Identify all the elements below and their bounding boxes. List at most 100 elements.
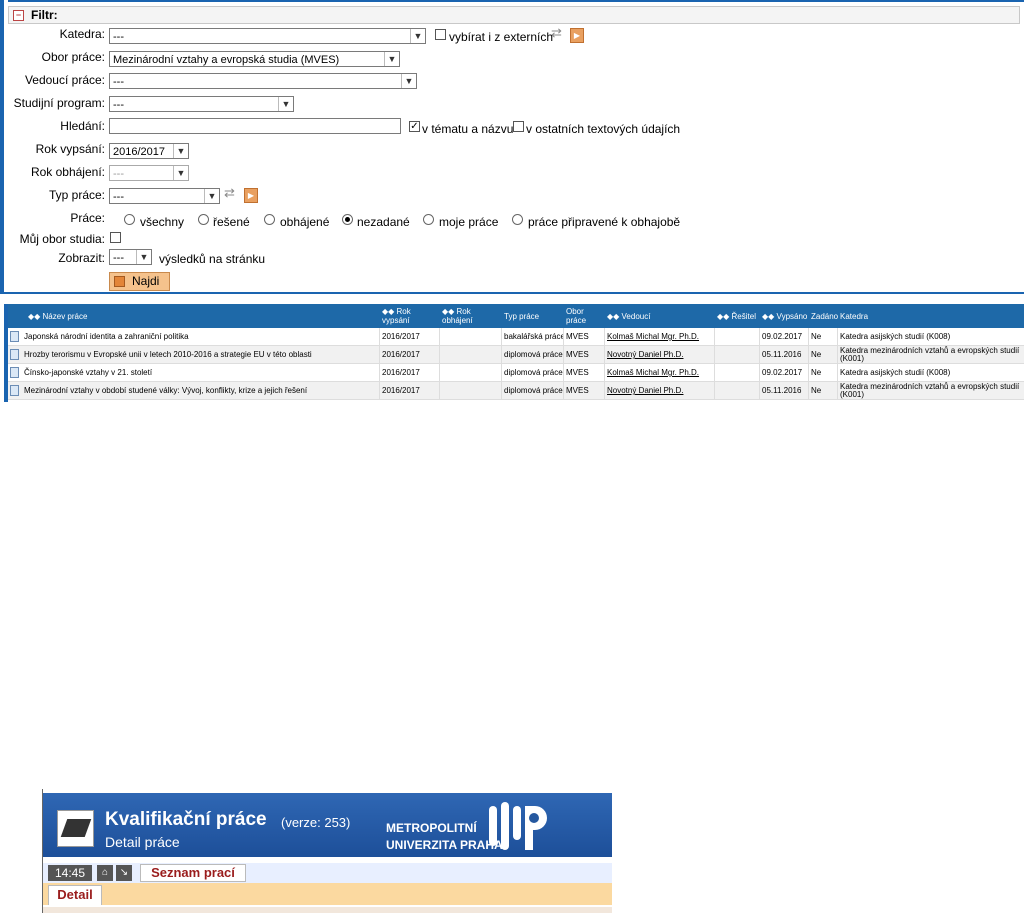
exit-icon[interactable]: ↘ bbox=[116, 865, 132, 881]
results-table: ◆◆ Název práce ◆◆ Rok vypsání ◆◆ Rok obh… bbox=[4, 304, 1024, 402]
radio-nezadane[interactable] bbox=[342, 214, 353, 225]
obor-value: Mezinárodní vztahy a evropská studia (MV… bbox=[113, 54, 340, 66]
radio-moje-prace-label: moje práce bbox=[439, 215, 499, 229]
cell-nazev[interactable]: Mezinárodní vztahy v období studené válk… bbox=[8, 382, 380, 399]
typ-select[interactable]: --- ▼ bbox=[109, 188, 220, 204]
cell-vedouci[interactable]: Kolmaš Michal Mgr. Ph.D. bbox=[605, 364, 715, 381]
cell-obor: MVES bbox=[564, 346, 605, 363]
session-clock: 14:45 bbox=[48, 865, 92, 881]
radio-resene[interactable] bbox=[198, 214, 209, 225]
zobrazit-label: Zobrazit: bbox=[58, 251, 105, 265]
muj-obor-checkbox[interactable] bbox=[110, 232, 121, 243]
cell-rok-obhajeni bbox=[440, 346, 502, 363]
cell-vypsano: 09.02.2017 bbox=[760, 364, 809, 381]
vedouci-link[interactable]: Kolmaš Michal Mgr. Ph.D. bbox=[607, 332, 699, 341]
document-icon bbox=[10, 385, 19, 396]
cell-resitel bbox=[715, 328, 760, 345]
zobrazit-suffix: výsledků na stránku bbox=[159, 252, 266, 266]
katedra-value: --- bbox=[113, 31, 124, 43]
cell-typ: diplomová práce bbox=[502, 382, 564, 399]
filter-panel: − Filtr: Katedra: --- ▼ vybírat i z exter… bbox=[0, 0, 1024, 294]
chevron-down-icon: ▼ bbox=[384, 52, 399, 66]
v-tematu-checkbox[interactable]: ✓ bbox=[409, 121, 420, 132]
vedouci-link[interactable]: Novotný Daniel Ph.D. bbox=[607, 386, 683, 395]
radio-moje-prace[interactable] bbox=[423, 214, 434, 225]
radio-resene-label: řešené bbox=[213, 215, 250, 229]
v-ostatnich-checkbox[interactable] bbox=[513, 121, 524, 132]
filter-header[interactable]: − Filtr: bbox=[8, 6, 1020, 24]
vedouci-link[interactable]: Novotný Daniel Ph.D. bbox=[607, 350, 683, 359]
radio-vsechny-label: všechny bbox=[140, 215, 185, 229]
search-input[interactable] bbox=[109, 118, 401, 134]
tab-detail[interactable]: Detail bbox=[48, 885, 102, 905]
cell-vedouci[interactable]: Kolmaš Michal Mgr. Ph.D. bbox=[605, 328, 715, 345]
cell-obor: MVES bbox=[564, 328, 605, 345]
swap-icon[interactable]: ⇄ bbox=[551, 25, 562, 41]
tab-seznam-praci[interactable]: Seznam prací bbox=[140, 864, 246, 882]
radio-obhajene[interactable] bbox=[264, 214, 275, 225]
radio-pripravene-label: práce připravené k obhajobě bbox=[528, 215, 681, 229]
swap-icon[interactable]: ⇄ bbox=[224, 185, 235, 201]
obor-label: Obor práce: bbox=[41, 50, 105, 64]
radio-obhajene-label: obhájené bbox=[280, 215, 330, 229]
chevron-down-icon: ▼ bbox=[401, 74, 416, 88]
search-button[interactable]: Najdi bbox=[109, 272, 170, 291]
cell-vedouci[interactable]: Novotný Daniel Ph.D. bbox=[605, 382, 715, 399]
cell-vedouci[interactable]: Novotný Daniel Ph.D. bbox=[605, 346, 715, 363]
cell-obor: MVES bbox=[564, 364, 605, 381]
cell-rok-vypsani: 2016/2017 bbox=[380, 346, 440, 363]
university-line2: UNIVERZITA PRAHA bbox=[386, 838, 503, 852]
program-select[interactable]: --- ▼ bbox=[109, 96, 294, 112]
collapse-toggle-icon[interactable]: − bbox=[13, 10, 24, 21]
graduation-cap-icon bbox=[57, 810, 94, 847]
cell-typ: bakalářská práce bbox=[502, 328, 564, 345]
cell-zadano: Ne bbox=[809, 382, 838, 399]
go-icon[interactable]: ▶ bbox=[244, 188, 258, 203]
chevron-down-icon: ▼ bbox=[173, 166, 188, 180]
radio-vsechny[interactable] bbox=[124, 214, 135, 225]
cell-zadano: Ne bbox=[809, 346, 838, 363]
rok-obhajeni-select[interactable]: --- ▼ bbox=[109, 165, 189, 181]
table-row[interactable]: Japonská národní identita a zahraniční p… bbox=[8, 328, 1024, 346]
cell-katedra: Katedra mezinárodních vztahů a evropskýc… bbox=[840, 382, 1020, 399]
program-value: --- bbox=[113, 99, 124, 111]
app-subtitle: Detail práce bbox=[105, 834, 180, 850]
detail-tabbar: Detail bbox=[43, 883, 612, 905]
vedouci-select[interactable]: --- ▼ bbox=[109, 73, 417, 89]
radio-pripravene[interactable] bbox=[512, 214, 523, 225]
table-row[interactable]: Čínsko-japonské vztahy v 21. století 201… bbox=[8, 364, 1024, 382]
filter-title: Filtr: bbox=[31, 8, 58, 22]
cell-nazev[interactable]: Čínsko-japonské vztahy v 21. století bbox=[8, 364, 380, 381]
table-row[interactable]: Mezinárodní vztahy v období studené válk… bbox=[8, 382, 1024, 400]
rok-vypsani-value: 2016/2017 bbox=[113, 146, 165, 158]
vedouci-link[interactable]: Kolmaš Michal Mgr. Ph.D. bbox=[607, 368, 699, 377]
university-line1: METROPOLITNÍ bbox=[386, 821, 477, 835]
cell-nazev[interactable]: Hrozby terorismu v Evropské unii v letec… bbox=[8, 346, 380, 363]
cell-rok-vypsani: 2016/2017 bbox=[380, 328, 440, 345]
zobrazit-select[interactable]: --- ▼ bbox=[109, 249, 152, 265]
rok-obhajeni-value: --- bbox=[113, 168, 124, 180]
typ-value: --- bbox=[113, 191, 124, 203]
obor-select[interactable]: Mezinárodní vztahy a evropská studia (MV… bbox=[109, 51, 400, 67]
cell-typ: diplomová práce bbox=[502, 364, 564, 381]
nazev-text: Japonská národní identita a zahraniční p… bbox=[24, 332, 189, 341]
cell-nazev[interactable]: Japonská národní identita a zahraniční p… bbox=[8, 328, 380, 345]
katedra-select[interactable]: --- ▼ bbox=[109, 28, 426, 44]
v-tematu-label: v tématu a názvu bbox=[422, 122, 514, 136]
chevron-down-icon: ▼ bbox=[173, 144, 188, 158]
table-row[interactable]: Hrozby terorismu v Evropské unii v letec… bbox=[8, 346, 1024, 364]
rok-vypsani-label: Rok vypsání: bbox=[35, 142, 105, 156]
chevron-down-icon: ▼ bbox=[204, 189, 219, 203]
muj-obor-label: Můj obor studia: bbox=[19, 232, 105, 246]
cell-rok-obhajeni bbox=[440, 364, 502, 381]
cell-vypsano: 05.11.2016 bbox=[760, 382, 809, 399]
document-icon bbox=[10, 331, 19, 342]
go-icon[interactable]: ▶ bbox=[570, 28, 584, 43]
externi-checkbox[interactable] bbox=[435, 29, 446, 40]
rok-vypsani-select[interactable]: 2016/2017 ▼ bbox=[109, 143, 189, 159]
home-icon[interactable]: ⌂ bbox=[97, 865, 113, 881]
chevron-down-icon: ▼ bbox=[410, 29, 425, 43]
katedra-label: Katedra: bbox=[59, 27, 105, 41]
content-strip bbox=[43, 907, 612, 913]
cell-resitel bbox=[715, 346, 760, 363]
